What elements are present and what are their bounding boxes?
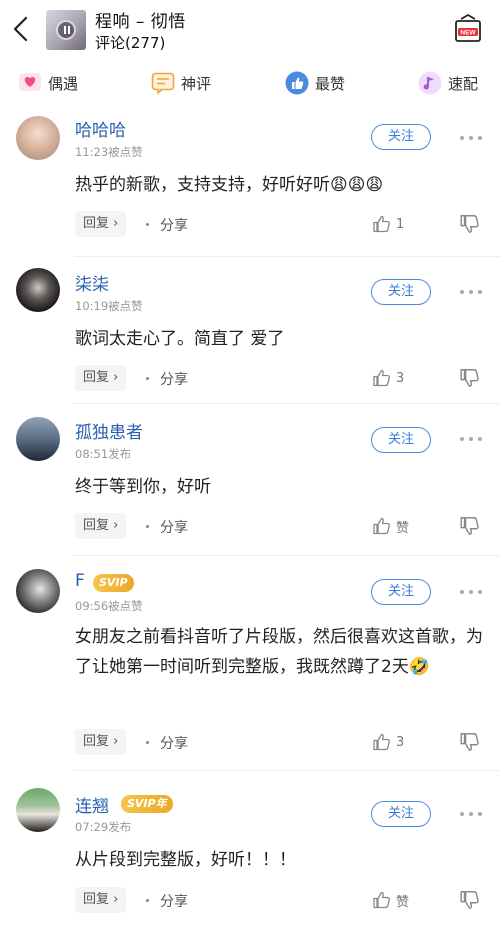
- new-gift-icon[interactable]: NEW: [452, 12, 484, 44]
- avatar[interactable]: [16, 116, 60, 160]
- like-count: 3: [396, 370, 405, 386]
- avatar[interactable]: [16, 268, 60, 312]
- follow-button[interactable]: 关注: [371, 124, 431, 150]
- more-options-icon[interactable]: [458, 810, 484, 818]
- thumbs-down-icon[interactable]: [459, 367, 481, 389]
- back-arrow-icon[interactable]: [6, 10, 36, 48]
- comment-text: 热乎的新歌，支持支持，好听好听😩😩😩: [75, 175, 384, 195]
- like-count: 赞: [396, 894, 410, 910]
- share-button[interactable]: 分享: [160, 733, 188, 753]
- comment-item: F SVIP 09:56被点赞 关注 女朋友之前看抖音听了片段版，然后很喜欢这首…: [0, 555, 500, 771]
- thumbs-down-icon[interactable]: [459, 213, 481, 235]
- like-count: 赞: [396, 520, 410, 536]
- svip-year-badge: SVIP年: [121, 795, 173, 813]
- timestamp: 07:29发布: [75, 820, 132, 834]
- top-bar: 程响 – 彻悟 评论(277) NEW: [0, 0, 500, 60]
- follow-button[interactable]: 关注: [371, 801, 431, 827]
- like-count: 1: [396, 216, 405, 232]
- username[interactable]: 孤独患者: [75, 418, 143, 443]
- comment-text: 终于等到你，好听: [75, 477, 211, 497]
- album-cover[interactable]: [46, 10, 86, 50]
- music-note-icon: [418, 71, 442, 95]
- comment-item: 柒柒 10:19被点赞 关注 歌词太走心了。简直了 爱了 回复 › 分享 3: [0, 256, 500, 406]
- comment-item: 孤独患者 08:51发布 关注 终于等到你，好听 回复 › 分享 赞: [0, 403, 500, 556]
- more-options-icon[interactable]: [458, 288, 484, 296]
- reply-button[interactable]: 回复 ›: [75, 729, 127, 755]
- comment-item: 哈哈哈 11:23被点赞 关注 热乎的新歌，支持支持，好听好听😩😩😩 回复 › …: [0, 106, 500, 257]
- more-options-icon[interactable]: [458, 435, 484, 443]
- timestamp: 11:23被点赞: [75, 145, 143, 159]
- username[interactable]: 连翘: [75, 792, 109, 817]
- like-button[interactable]: 1: [372, 213, 404, 235]
- comment-text: 歌词太走心了。简直了 爱了: [75, 329, 285, 349]
- reply-button[interactable]: 回复 ›: [75, 211, 127, 237]
- username[interactable]: 哈哈哈: [75, 116, 126, 141]
- thumbs-up-icon: [373, 517, 390, 535]
- like-count: 3: [396, 734, 405, 750]
- comment-text: 女朋友之前看抖音听了片段版，然后很喜欢这首歌，为了让她第一时间听到完整版，我既然…: [75, 627, 483, 677]
- share-button[interactable]: 分享: [160, 369, 188, 389]
- like-button[interactable]: 赞: [372, 515, 409, 537]
- avatar[interactable]: [16, 417, 60, 461]
- comment-text: 从片段到完整版，好听！！！: [75, 850, 296, 870]
- follow-button[interactable]: 关注: [371, 279, 431, 305]
- reply-button[interactable]: 回复 ›: [75, 365, 127, 391]
- tab-zuizan[interactable]: 最赞: [285, 68, 345, 98]
- thumbs-down-icon[interactable]: [459, 731, 481, 753]
- thumbs-up-icon: [373, 215, 390, 233]
- share-button[interactable]: 分享: [160, 517, 188, 537]
- timestamp: 09:56被点赞: [75, 599, 143, 613]
- more-options-icon[interactable]: [458, 588, 484, 596]
- like-button[interactable]: 赞: [372, 889, 409, 911]
- like-button[interactable]: 3: [372, 367, 404, 389]
- thumbs-up-icon: [373, 369, 390, 387]
- comment-count: 评论(277): [95, 34, 166, 52]
- song-title: 程响 – 彻悟: [95, 12, 186, 32]
- thumbs-down-icon[interactable]: [459, 515, 481, 537]
- thumbs-up-icon: [285, 71, 309, 95]
- svg-text:NEW: NEW: [460, 30, 476, 37]
- tab-ouyu[interactable]: 偶遇: [18, 68, 78, 98]
- comment-item: 连翘 SVIP年 07:29发布 关注 从片段到完整版，好听！！！ 回复 › 分…: [0, 770, 500, 936]
- emoji: 🤣: [408, 657, 430, 677]
- thumbs-down-icon[interactable]: [459, 889, 481, 911]
- tab-shenping[interactable]: 神评: [151, 68, 211, 98]
- username[interactable]: 柒柒: [75, 270, 109, 295]
- reply-button[interactable]: 回复 ›: [75, 887, 127, 913]
- thumbs-up-icon: [373, 891, 390, 909]
- filter-tabs: 偶遇 神评 最赞 速配: [0, 60, 500, 106]
- chat-bubble-icon: [151, 72, 175, 95]
- timestamp: 08:51发布: [75, 447, 132, 461]
- share-button[interactable]: 分享: [160, 215, 188, 235]
- timestamp: 10:19被点赞: [75, 299, 143, 313]
- emoji: 😩😩😩: [330, 175, 384, 195]
- username[interactable]: F: [75, 571, 85, 591]
- share-button[interactable]: 分享: [160, 891, 188, 911]
- svip-badge: SVIP: [93, 574, 134, 592]
- heart-chat-icon: [19, 73, 41, 91]
- follow-button[interactable]: 关注: [371, 427, 431, 453]
- tab-supei[interactable]: 速配: [418, 68, 478, 98]
- avatar[interactable]: [16, 788, 60, 832]
- reply-button[interactable]: 回复 ›: [75, 513, 127, 539]
- more-options-icon[interactable]: [458, 134, 484, 142]
- like-button[interactable]: 3: [372, 731, 404, 753]
- thumbs-up-icon: [373, 733, 390, 751]
- avatar[interactable]: [16, 569, 60, 613]
- follow-button[interactable]: 关注: [371, 579, 431, 605]
